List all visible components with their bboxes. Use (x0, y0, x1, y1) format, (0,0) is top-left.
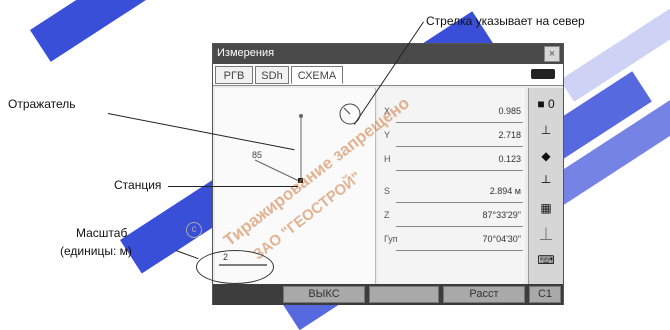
divider (396, 226, 523, 227)
close-button[interactable]: × (544, 46, 560, 62)
tab-sdh[interactable]: SDh (255, 66, 289, 84)
scale-annotation-line2: (единицы: м) (60, 244, 132, 258)
softkey-height[interactable]: ВЫКС (283, 286, 365, 303)
reflector-point (299, 114, 303, 118)
scale-highlight-ring (196, 250, 274, 284)
status-sidebar: ■ 0 ⊥ ◆ ┴ ▦ ⏊ ⌨ (528, 88, 563, 284)
tab-schema[interactable]: СХЕМА (291, 66, 343, 84)
page-indicator[interactable]: С1 (529, 286, 561, 303)
copyright-icon: c (186, 222, 202, 238)
station-annotation: Станция (114, 178, 162, 192)
keyboard-icon[interactable]: ⌨ (533, 250, 559, 270)
divider (396, 250, 523, 251)
divider (396, 202, 523, 203)
target-icon[interactable]: ■ 0 (533, 94, 559, 114)
value-text: 2.718 (498, 130, 521, 140)
value-text: 70°04'30" (482, 234, 521, 244)
value-row-z: Z 87°33'29" (378, 207, 525, 229)
value-label: Z (384, 210, 390, 220)
value-row-y: Y 2.718 (378, 127, 525, 149)
value-label: S (384, 186, 391, 196)
battery-icon (531, 69, 555, 79)
reflector-annotation: Отражатель (8, 97, 76, 111)
title-bar: Измерения × (213, 44, 563, 64)
tab-rgv[interactable]: РГВ (215, 66, 253, 84)
value-row-h: H 0.123 (378, 151, 525, 173)
value-label: H (384, 154, 391, 164)
laser-icon[interactable]: ◆ (533, 146, 559, 166)
input-icon[interactable]: ⏊ (533, 224, 559, 244)
divider (396, 146, 523, 147)
level-icon[interactable]: ▦ (533, 198, 559, 218)
angle-label: 85 (252, 150, 262, 160)
value-text: 2.894 м (489, 186, 521, 196)
value-text: 0.123 (498, 154, 521, 164)
softkey-bar: ВЫКС Расст С1 (213, 284, 563, 305)
window-title: Измерения (217, 47, 275, 59)
value-text: 87°33'29" (482, 210, 521, 220)
value-text: 0.985 (498, 106, 521, 116)
prism-icon[interactable]: ⊥ (533, 120, 559, 140)
prism-constant: 0 (547, 97, 555, 111)
divider (396, 122, 523, 123)
softkey-distance[interactable]: Расст (443, 286, 525, 303)
north-arrow-annotation: Стрелка указывает на север (426, 14, 585, 28)
scale-annotation-line1: Масштаб (76, 226, 128, 240)
softkey-empty[interactable] (369, 286, 439, 303)
value-label: Гуп (384, 234, 398, 244)
north-arrow-needle (343, 107, 351, 115)
tilt-icon[interactable]: ┴ (533, 172, 559, 192)
value-row-hz: Гуп 70°04'30" (378, 231, 525, 253)
station-leader (168, 186, 298, 187)
value-row-s: S 2.894 м (378, 183, 525, 205)
divider (396, 170, 523, 171)
scale-leader (175, 250, 199, 260)
